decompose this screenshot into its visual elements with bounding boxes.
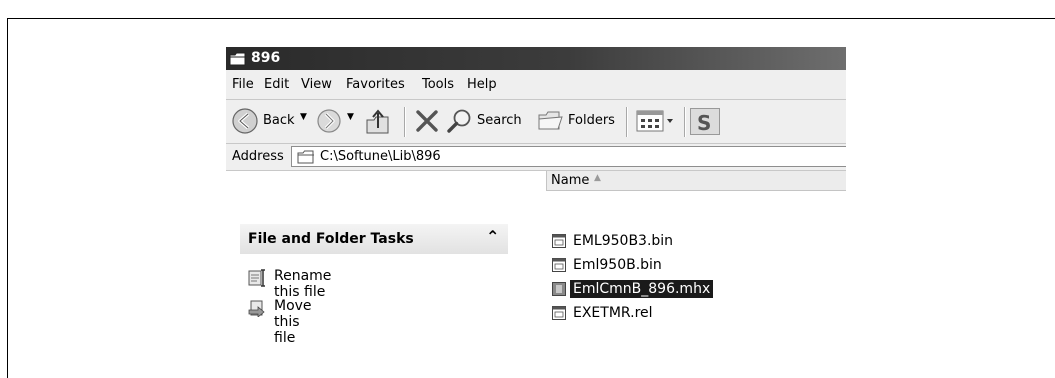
toolbar-separator <box>684 107 686 137</box>
task-label: Rename this file <box>274 268 332 300</box>
up-folder-icon[interactable] <box>364 106 392 136</box>
extra-toolbar-icon[interactable]: S <box>690 108 720 135</box>
back-button[interactable]: Back <box>263 113 295 128</box>
search-magnifier-icon[interactable] <box>446 107 474 135</box>
address-value: C:\Softune\Lib\896 <box>320 149 441 164</box>
collapse-chevron-icon[interactable]: ⌃ <box>486 227 499 246</box>
menu-view[interactable]: View <box>301 77 332 92</box>
move-icon <box>248 300 265 317</box>
task-panel-title: File and Folder Tasks <box>248 231 414 247</box>
menu-file[interactable]: File <box>232 77 254 92</box>
column-header-name[interactable]: Name ▲ <box>546 171 846 191</box>
file-name: EXETMR.rel <box>573 305 653 321</box>
views-icon[interactable] <box>636 110 676 132</box>
task-label: Move this file <box>274 298 312 346</box>
address-bar: Address C:\Softune\Lib\896 <box>226 144 846 171</box>
forward-arrow-icon[interactable] <box>316 108 342 134</box>
toolbar: Back ▼ ▼ Search Folders S <box>226 100 846 144</box>
menu-tools[interactable]: Tools <box>422 77 454 92</box>
sort-ascending-icon: ▲ <box>594 173 601 183</box>
file-list-pane: Name ▲ EML950B3.bin Eml950B.bin EmlCmnB_… <box>546 171 846 367</box>
folders-icon[interactable] <box>537 109 565 133</box>
back-dropdown-icon[interactable]: ▼ <box>300 112 307 122</box>
task-panel-header[interactable]: File and Folder Tasks ⌃ <box>240 224 508 254</box>
unknown-file-icon <box>552 282 566 296</box>
title-bar[interactable]: 896 <box>226 47 846 70</box>
window-title: 896 <box>251 50 281 66</box>
system-file-icon <box>552 306 566 320</box>
system-file-icon <box>552 258 566 272</box>
explorer-window: 896 File Edit View Favorites Tools Help … <box>226 47 846 367</box>
toolbar-separator <box>404 107 406 137</box>
back-arrow-icon[interactable] <box>231 107 259 135</box>
system-file-icon <box>552 234 566 248</box>
folder-icon <box>297 150 314 164</box>
file-name: Eml950B.bin <box>573 257 662 273</box>
delete-x-icon[interactable] <box>413 107 441 135</box>
address-label: Address <box>232 149 284 164</box>
search-button[interactable]: Search <box>477 113 522 128</box>
rename-icon <box>248 269 265 287</box>
column-label: Name <box>551 173 590 188</box>
folders-button[interactable]: Folders <box>568 113 615 128</box>
file-name: EmlCmnB_896.mhx <box>570 280 714 298</box>
menu-bar: File Edit View Favorites Tools Help <box>226 70 846 100</box>
toolbar-separator <box>626 107 628 137</box>
file-name: EML950B3.bin <box>573 233 674 249</box>
tasks-pane: File and Folder Tasks ⌃ Rename this file… <box>226 171 546 367</box>
menu-edit[interactable]: Edit <box>264 77 289 92</box>
svg-text:S: S <box>697 111 711 134</box>
folder-icon <box>229 52 246 66</box>
menu-favorites[interactable]: Favorites <box>346 77 405 92</box>
address-field[interactable]: C:\Softune\Lib\896 <box>291 146 846 167</box>
forward-dropdown-icon[interactable]: ▼ <box>347 112 354 122</box>
menu-help[interactable]: Help <box>467 77 497 92</box>
